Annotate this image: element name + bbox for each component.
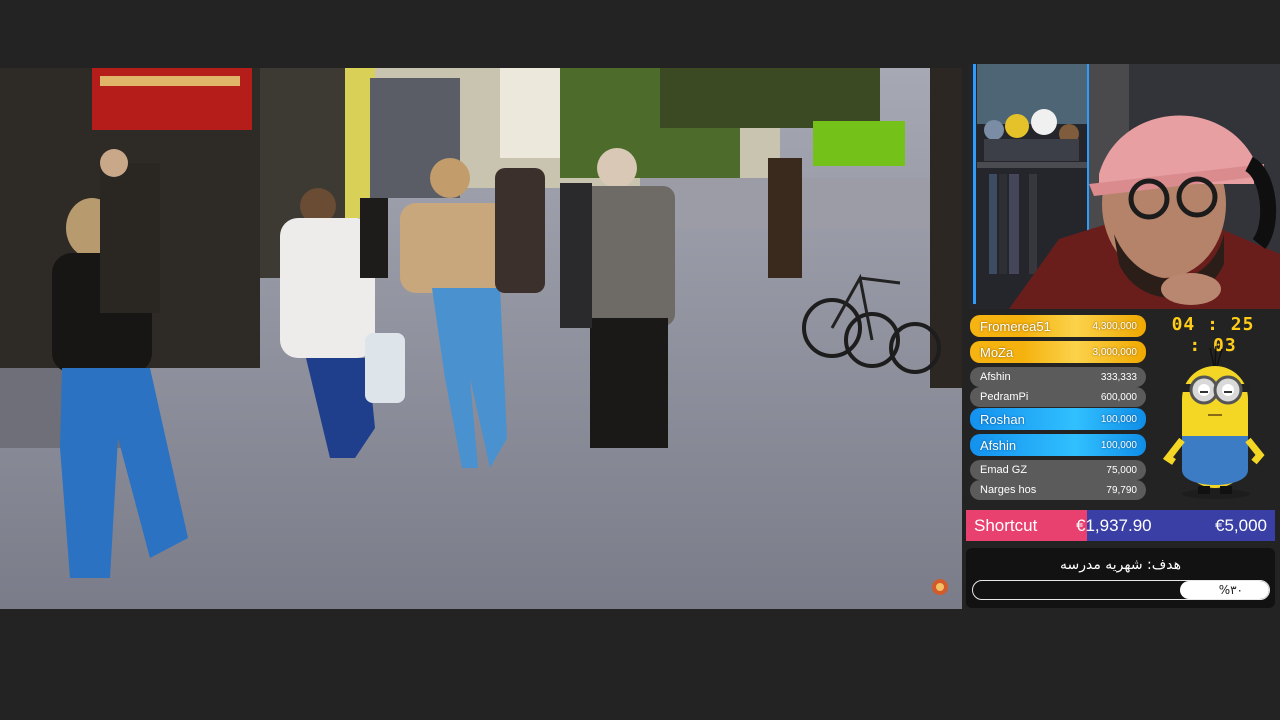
donation-item-4: PedramPi 600,000 — [970, 387, 1146, 407]
donation-item-3: Afshin 333,333 — [970, 367, 1146, 387]
donation-amount: 100,000 — [1100, 439, 1137, 451]
donation-amount: 3,000,000 — [1092, 346, 1138, 358]
donor-name: Narges hos — [980, 484, 1037, 496]
donation-goal-bar: Shortcut €1,937.90 €5,000 — [966, 510, 1275, 541]
donation-amount: 79,790 — [1106, 484, 1137, 496]
donor-name: Emad GZ — [980, 464, 1028, 476]
donor-name: PedramPi — [980, 391, 1029, 403]
donation-item-7: Emad GZ 75,000 — [970, 460, 1146, 480]
donation-item-6: Afshin 100,000 — [970, 434, 1146, 456]
webcam-feed — [969, 64, 1280, 309]
donation-item-8: Narges hos 79,790 — [970, 480, 1146, 500]
donation-item-5: Roshan 100,000 — [970, 408, 1146, 430]
goal-bar-target: €5,000 — [1215, 515, 1267, 535]
goal-panel: هدف: شهریه مدرسه %۳۰ — [966, 548, 1275, 608]
minion-mascot-icon — [1160, 340, 1266, 500]
stream-timer: 04 : 25 : 03 — [1171, 314, 1255, 356]
street-scene-video-frame — [0, 68, 962, 609]
donor-name: Fromerea51 — [980, 318, 1051, 334]
donation-amount: 600,000 — [1100, 391, 1137, 403]
goal-bar-current: €1,937.90 — [1076, 515, 1152, 535]
donor-name: Afshin — [980, 371, 1011, 383]
donor-name: MoZa — [980, 344, 1014, 360]
donation-amount: 75,000 — [1106, 464, 1137, 476]
goal-percent: %۳۰ — [1218, 583, 1243, 597]
donor-name: Afshin — [980, 437, 1017, 453]
donation-amount: 100,000 — [1100, 413, 1137, 425]
goal-title: هدف: شهریه مدرسه — [1059, 557, 1182, 573]
donation-amount: 333,333 — [1100, 371, 1137, 383]
streamer-webcam-frame — [969, 64, 1280, 309]
donor-name: Roshan — [980, 411, 1025, 427]
video-player[interactable] — [0, 68, 962, 609]
donation-item-1: Fromerea51 4,300,000 — [970, 315, 1146, 337]
donation-amount: 4,300,000 — [1092, 320, 1138, 332]
goal-progress-track: %۳۰ — [972, 580, 1270, 600]
donation-item-2: MoZa 3,000,000 — [970, 341, 1146, 363]
goal-bar-label: Shortcut — [974, 515, 1038, 535]
